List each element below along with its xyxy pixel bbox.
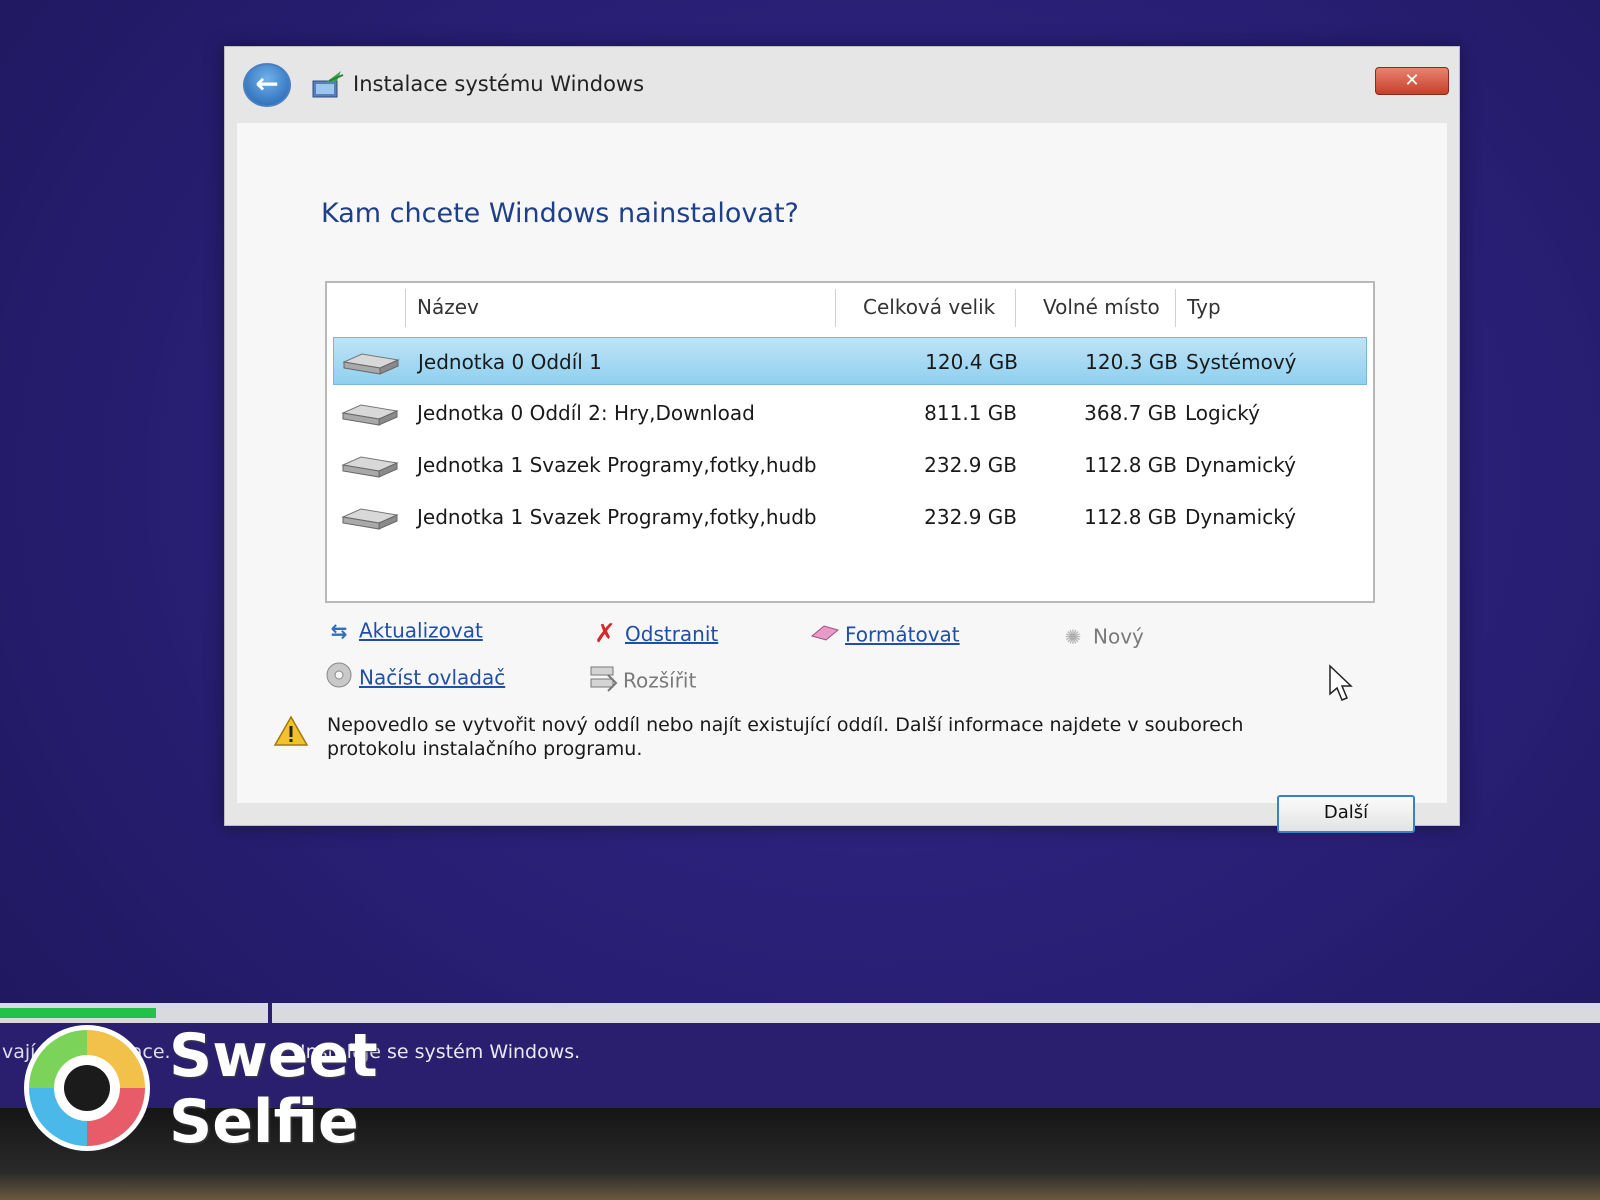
page-title: Kam chcete Windows nainstalovat? (321, 198, 799, 229)
table-row[interactable]: Jednotka 1 Svazek Programy,fotky,hudb 23… (333, 493, 1367, 541)
disk-drive-icon (341, 404, 399, 426)
close-button[interactable]: ✕ (1375, 67, 1449, 95)
column-header-free[interactable]: Volné místo (1043, 295, 1160, 319)
warning-icon (273, 715, 309, 746)
mouse-cursor-icon (1329, 664, 1353, 701)
warning-text: Nepovedlo se vytvořit nový oddíl nebo na… (327, 714, 1244, 760)
partition-size: 232.9 GB (924, 453, 1017, 477)
sparkle-icon: ✺ (1064, 624, 1082, 649)
column-header-name[interactable]: Název (417, 295, 479, 319)
partition-table: Název Celková velik Volné místo Typ Jedn… (325, 281, 1375, 603)
progress-separator (268, 1003, 272, 1023)
refresh-link[interactable]: ⇆ Aktualizovat (323, 617, 483, 643)
column-separator (405, 289, 406, 327)
partition-name: Jednotka 0 Oddíl 2: Hry,Download (417, 401, 755, 425)
sweet-selfie-watermark: Sweet Selfie (24, 1021, 378, 1165)
partition-name: Jednotka 1 Svazek Programy,fotky,hudb (417, 453, 817, 477)
partition-free-space: 112.8 GB (1084, 453, 1177, 477)
new-link[interactable]: ✺ Nový (1057, 623, 1144, 649)
partition-free-space: 112.8 GB (1084, 505, 1177, 529)
partition-type: Logický (1185, 401, 1260, 425)
table-row[interactable]: Jednotka 1 Svazek Programy,fotky,hudb 23… (333, 441, 1367, 489)
next-button[interactable]: Další (1277, 795, 1415, 833)
watermark-text: Sweet (169, 1021, 378, 1091)
column-header-size[interactable]: Celková velik (863, 295, 995, 319)
progress-strip (0, 1003, 1600, 1023)
camera-lens-icon (54, 1055, 120, 1121)
partition-size: 232.9 GB (924, 505, 1017, 529)
dialog-content: Kam chcete Windows nainstalovat? Název C… (237, 123, 1447, 833)
format-link[interactable]: Formátovat (809, 621, 960, 647)
partition-type: Dynamický (1185, 453, 1296, 477)
setup-dialog: ← Instalace systému Windows ✕ Kam chcete… (224, 46, 1461, 833)
partition-free-space: 120.3 GB (1085, 350, 1178, 374)
column-separator (1175, 289, 1176, 327)
table-row[interactable]: Jednotka 0 Oddíl 2: Hry,Download 811.1 G… (333, 389, 1367, 437)
windows-setup-icon (312, 71, 344, 98)
watermark-text: Selfie (169, 1087, 359, 1157)
title-bar: ← Instalace systému Windows ✕ (225, 47, 1461, 121)
table-row[interactable]: Jednotka 0 Oddíl 1 120.4 GB 120.3 GB Sys… (333, 337, 1367, 385)
extend-link[interactable]: Rozšířit (587, 663, 696, 698)
arrow-left-icon: ← (255, 67, 279, 100)
refresh-arrows-icon: ⇆ (330, 618, 348, 643)
disk-drive-icon (341, 456, 399, 478)
disk-drive-icon (341, 508, 399, 530)
close-icon: ✕ (1404, 70, 1420, 91)
partition-size: 811.1 GB (924, 401, 1017, 425)
cd-disc-icon (323, 661, 355, 694)
window-title: Instalace systému Windows (353, 72, 645, 96)
partition-name: Jednotka 1 Svazek Programy,fotky,hudb (417, 505, 817, 529)
eraser-icon (809, 623, 841, 647)
partition-size: 120.4 GB (925, 350, 1018, 374)
extend-disk-icon (587, 663, 619, 698)
column-separator (1015, 289, 1016, 327)
back-button[interactable]: ← (243, 63, 291, 107)
column-header-type[interactable]: Typ (1187, 295, 1221, 319)
table-header: Název Celková velik Volné místo Typ (327, 283, 1373, 331)
red-x-icon: ✗ (594, 619, 616, 649)
partition-type: Systémový (1186, 350, 1297, 374)
delete-link[interactable]: ✗ Odstranit (589, 619, 718, 649)
progress-complete-segment (0, 1008, 156, 1018)
partition-type: Dynamický (1185, 505, 1296, 529)
partition-free-space: 368.7 GB (1084, 401, 1177, 425)
partition-name: Jednotka 0 Oddíl 1 (418, 350, 602, 374)
load-driver-link[interactable]: Načíst ovladač (323, 661, 505, 694)
column-separator (835, 289, 836, 327)
disk-drive-icon (342, 353, 400, 375)
